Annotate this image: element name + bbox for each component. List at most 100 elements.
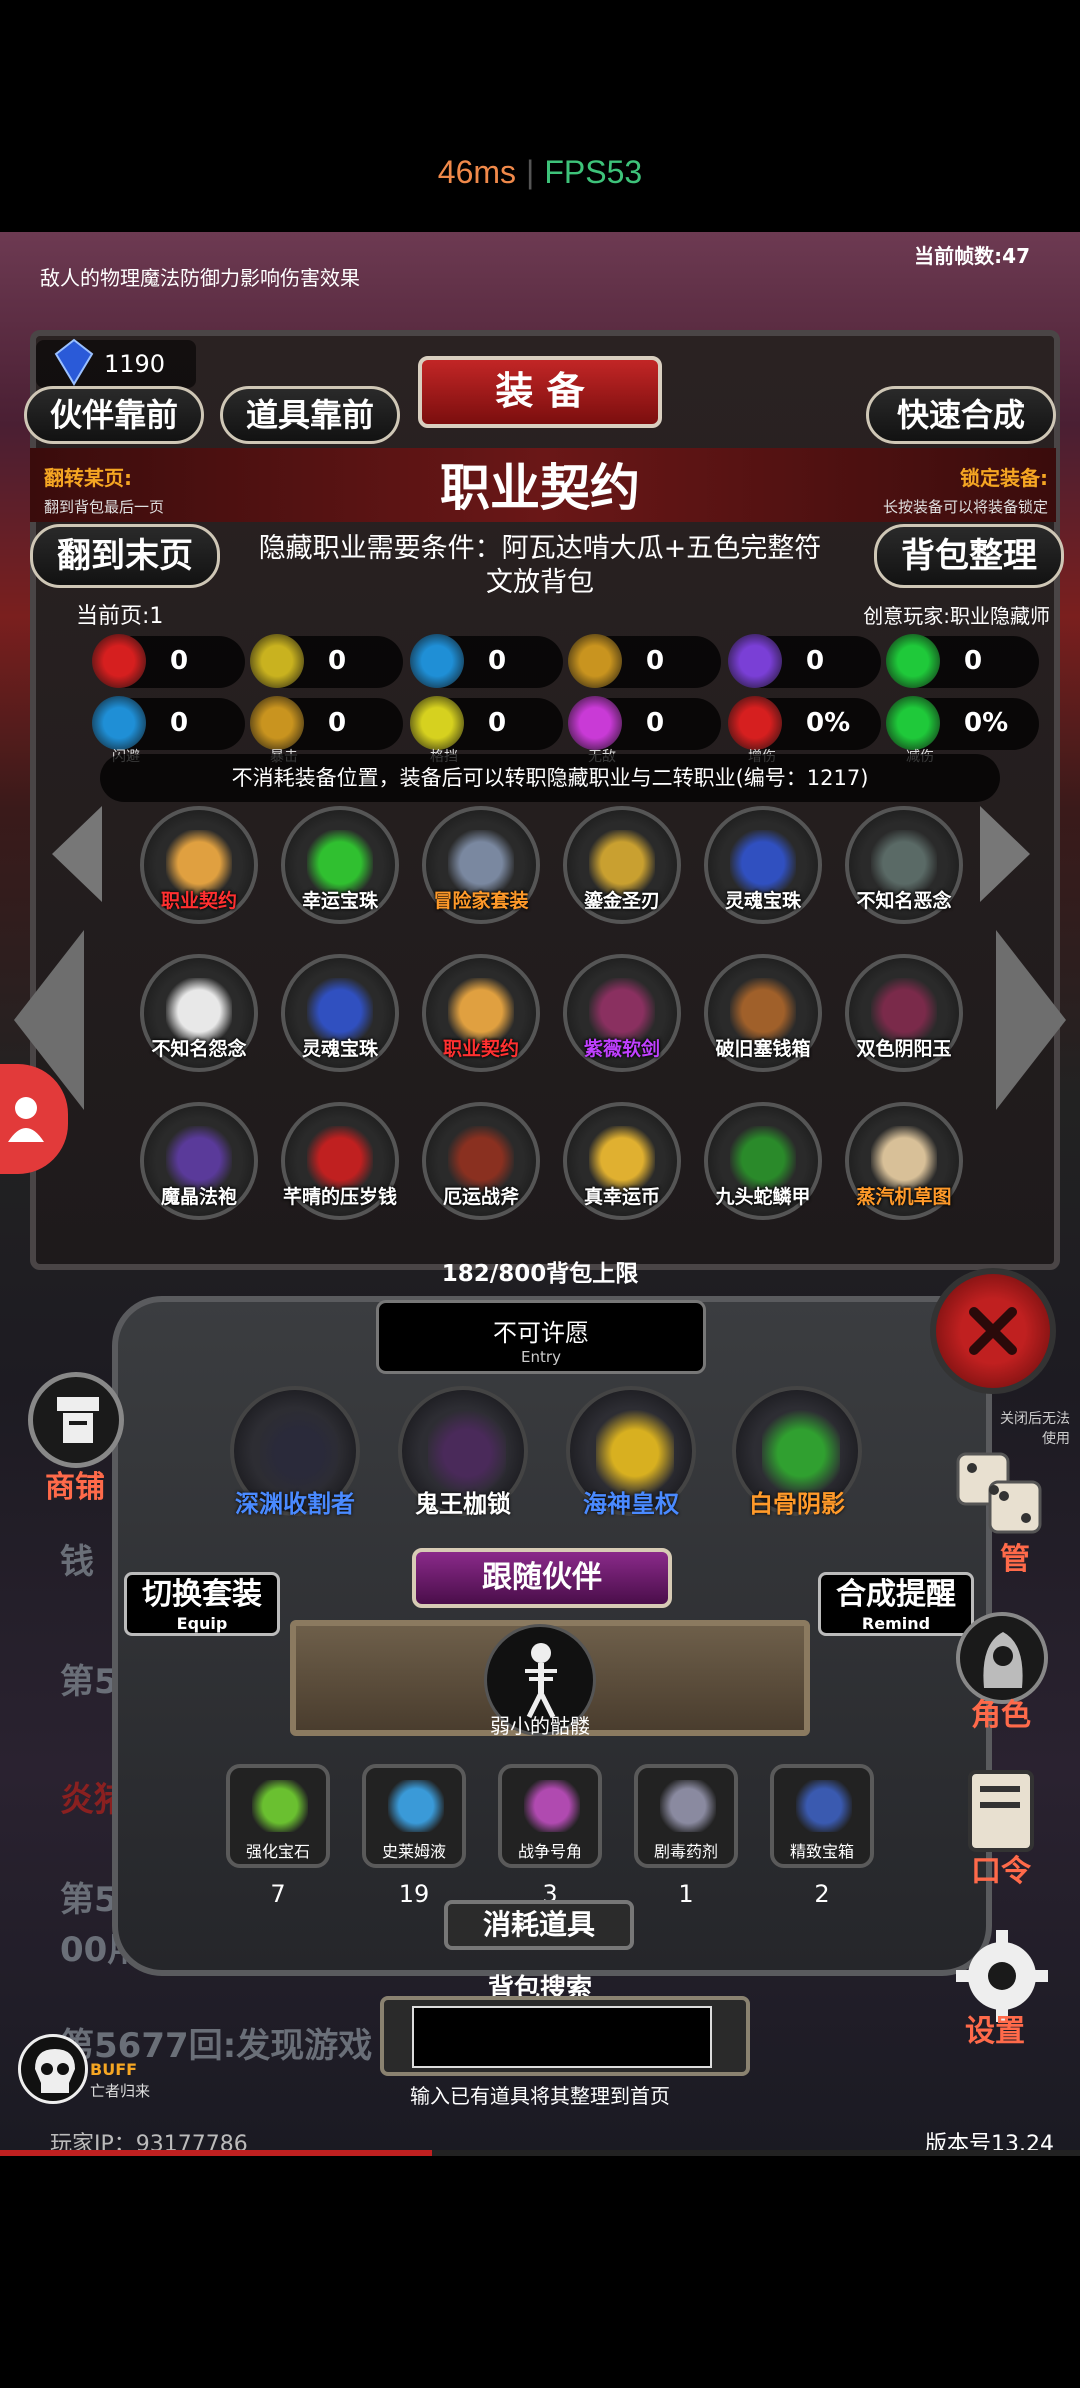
stat-chip: 0 <box>250 634 403 688</box>
skull-icon <box>35 2049 75 2093</box>
inventory-item-name: 芊晴的压岁钱 <box>282 1186 397 1208</box>
stat-chip: 0%减伤 <box>886 696 1039 765</box>
merge-remind-sub: Remind <box>861 1614 931 1633</box>
inventory-item-name: 破旧塞钱箱 <box>715 1038 811 1060</box>
status-bar <box>0 0 1080 232</box>
partner-first-button[interactable]: 伙伴靠前 <box>24 386 204 444</box>
blue-gem-icon <box>54 338 94 386</box>
frame-count: 当前帧数:47 <box>914 244 1030 268</box>
inventory-item-name: 九头蛇鳞甲 <box>715 1186 811 1208</box>
log-line-3: 第5 <box>60 1880 118 1920</box>
block-icon <box>410 696 464 750</box>
prev-page-small-arrow[interactable] <box>52 806 102 902</box>
stat-chip: 0闪避 <box>92 696 245 765</box>
stat-chip: 0格挡 <box>410 696 563 765</box>
book-icon <box>968 1770 1034 1852</box>
stat-value: 0 <box>964 646 983 676</box>
switch-set-button[interactable]: 切换套装 Equip <box>124 1572 280 1636</box>
stat-value: 0 <box>488 708 507 738</box>
inventory-item-name: 不知名怨念 <box>151 1038 247 1060</box>
inventory-item-name: 双色阴阳玉 <box>856 1038 952 1060</box>
inventory-item-name: 灵魂宝珠 <box>724 890 801 912</box>
buff-badge[interactable] <box>18 2034 88 2104</box>
code-label[interactable]: 口令 <box>946 1846 1056 1890</box>
next-page-arrow[interactable] <box>996 930 1066 1110</box>
user-icon <box>8 1097 44 1142</box>
consumable-count: 1 <box>678 1880 694 1908</box>
stat-chip: 0 <box>568 634 721 688</box>
merge-remind-title: 合成提醒 <box>836 1577 956 1612</box>
wish-title: 不可许愿 <box>493 1319 589 1347</box>
flip-last-page-button[interactable]: 翻到末页 <box>30 524 220 588</box>
inventory-item-name: 蒸汽机草图 <box>856 1186 952 1208</box>
follow-partner-title: 跟随伙伴 <box>412 1548 672 1608</box>
partner-name: 弱小的骷髅 <box>490 1714 590 1738</box>
stat-value: 0 <box>328 708 347 738</box>
dice-button[interactable] <box>950 1440 1050 1540</box>
stat-value: 0 <box>806 646 825 676</box>
boss-name: 白骨阴影 <box>749 1490 845 1518</box>
close-button[interactable] <box>930 1268 1056 1394</box>
stat-value: 0 <box>646 708 665 738</box>
manage-label[interactable]: 管 <box>960 1534 1070 1578</box>
stat-value: 0% <box>806 708 851 738</box>
consumable-name: 精致宝箱 <box>789 1842 854 1861</box>
dodge-icon <box>92 696 146 750</box>
inventory-item-name: 魔晶法袍 <box>160 1186 237 1208</box>
gem-cluster-icon <box>252 1780 308 1832</box>
stat-chip: 0%增伤 <box>728 696 881 765</box>
inventory-item-name: 幸运宝珠 <box>301 890 378 912</box>
shop-button[interactable] <box>28 1372 124 1468</box>
damage-up-icon <box>728 696 782 750</box>
consumable-name: 剧毒药剂 <box>653 1842 718 1861</box>
sort-bag-button[interactable]: 背包整理 <box>874 524 1064 588</box>
stat-chip: 0 <box>410 634 563 688</box>
merge-remind-button[interactable]: 合成提醒 Remind <box>818 1572 974 1636</box>
inventory-item-name: 灵魂宝珠 <box>301 1038 378 1060</box>
inventory-item-name: 冒险家套装 <box>433 890 529 912</box>
buff-label: BUFF <box>90 2060 138 2079</box>
bag-search-input[interactable] <box>412 2006 712 2068</box>
invincible-icon <box>568 696 622 750</box>
gem-count: 1190 <box>104 350 166 378</box>
dice-icon <box>956 1452 1042 1534</box>
close-icon <box>969 1307 1017 1355</box>
bottom-bar <box>0 2156 1080 2388</box>
inventory-item-name: 紫薇软剑 <box>583 1038 660 1060</box>
skeleton-icon <box>525 1643 557 1719</box>
hooded-figure-icon <box>983 1632 1023 1688</box>
consumable-name: 战争号角 <box>517 1842 582 1861</box>
role-label[interactable]: 角色 <box>946 1690 1056 1734</box>
inventory-item-name: 厄运战斧 <box>442 1186 519 1208</box>
consumable-count: 2 <box>814 1880 830 1908</box>
item-first-button[interactable]: 道具靠前 <box>220 386 400 444</box>
network-status: 46ms | FPS53 <box>437 154 643 190</box>
quick-merge-button[interactable]: 快速合成 <box>866 386 1056 444</box>
stat-value: 0 <box>170 646 189 676</box>
shop-label[interactable]: 商铺 <box>20 1462 130 1506</box>
switch-set-sub: Equip <box>176 1614 228 1633</box>
potion-icon <box>388 1780 444 1832</box>
next-page-small-arrow[interactable] <box>980 806 1030 902</box>
helmet-icon <box>410 634 464 688</box>
log-money: 钱 <box>60 1542 94 1582</box>
buff-sub: 亡者归来 <box>90 2082 151 2100</box>
inventory-item-name: 职业契约 <box>160 890 237 912</box>
bag-capacity: 182/800背包上限 <box>441 1261 639 1287</box>
switch-set-title: 切换套装 <box>142 1577 262 1612</box>
settings-label[interactable]: 设置 <box>940 2006 1050 2050</box>
heart-icon <box>92 634 146 688</box>
ping-value: 46ms <box>437 154 517 190</box>
stat-value: 0 <box>646 646 665 676</box>
wish-entry[interactable]: 不可许愿 Entry <box>376 1300 706 1374</box>
stat-value: 0 <box>170 708 189 738</box>
stat-chip: 0 <box>886 634 1039 688</box>
equipment-title: 装 备 <box>418 356 662 428</box>
crit-icon <box>250 696 304 750</box>
tip-text: 敌人的物理魔法防御力影响伤害效果 <box>40 266 360 290</box>
code-button[interactable] <box>956 1764 1048 1856</box>
stat-chip: 0暴击 <box>250 696 403 765</box>
fps-value: FPS53 <box>544 154 643 190</box>
item-title: 职业契约 <box>440 459 640 517</box>
inventory-item-name: 不知名恶念 <box>856 890 952 912</box>
